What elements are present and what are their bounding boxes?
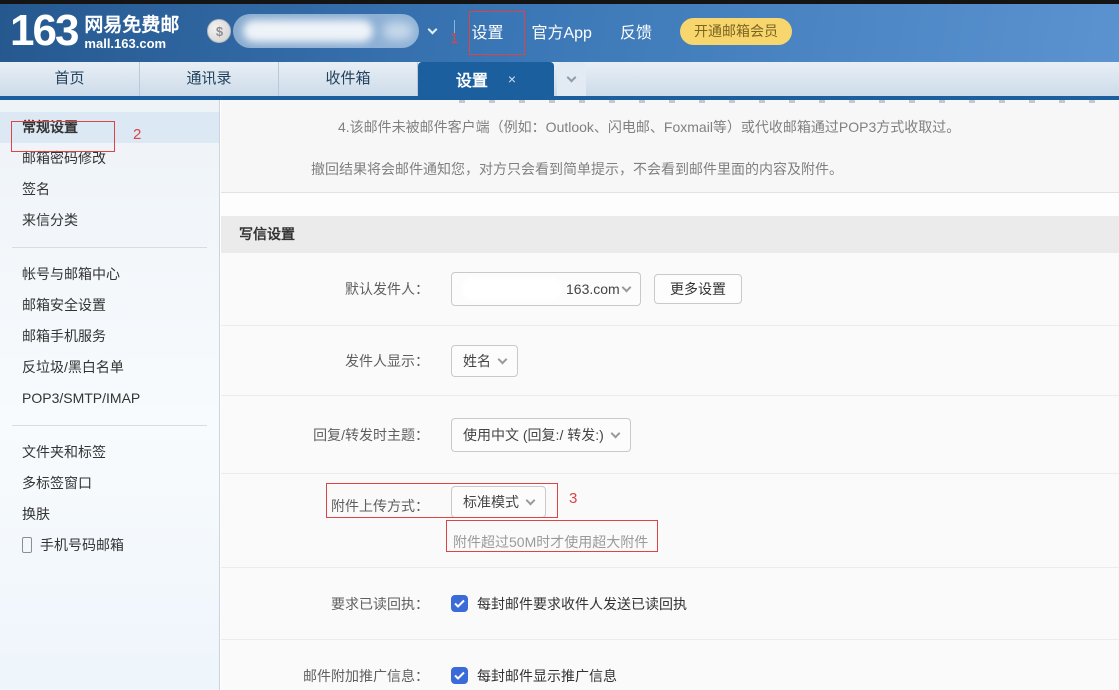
promo-info-checkbox[interactable] (451, 667, 468, 684)
attachment-upload-label: 附件上传方式： (221, 474, 429, 516)
settings-link[interactable]: 设置 (471, 19, 503, 43)
phone-icon (22, 537, 32, 553)
read-receipt-label: 要求已读回执： (221, 594, 429, 614)
tab-bar-underline (0, 96, 1119, 100)
coin-icon: $ (207, 19, 231, 43)
chevron-down-icon[interactable] (428, 25, 438, 35)
tab-bar: 首页 通讯录 收件箱 设置 × (0, 62, 1119, 96)
reply-subject-value: 使用中文 (回复:/ 转发:) (463, 425, 604, 445)
feedback-link[interactable]: 反馈 (620, 19, 652, 43)
check-icon (454, 671, 465, 680)
section-gap (221, 193, 1119, 216)
attachment-size-note: 附件超过50M时才使用超大附件 (453, 532, 648, 552)
read-receipt-checkbox[interactable] (451, 595, 468, 612)
tab-home[interactable]: 首页 (0, 62, 140, 96)
sender-email-suffix: 163.com (566, 281, 620, 297)
sidebar-item-pop3-smtp-imap[interactable]: POP3/SMTP/IMAP (0, 383, 219, 414)
promo-info-label: 邮件附加推广信息： (221, 666, 429, 686)
attachment-mode-value: 标准模式 (463, 492, 519, 512)
recall-result-text: 撤回结果将会邮件通知您，对方只会看到简单提示，不会看到邮件里面的内容及附件。 (311, 159, 1119, 179)
sidebar-item-antispam-lists[interactable]: 反垃圾/黑白名单 (0, 352, 219, 383)
read-receipt-row: 要求已读回执： 每封邮件要求收件人发送已读回执 (221, 567, 1119, 639)
vip-upgrade-badge[interactable]: 开通邮箱会员 (680, 18, 792, 45)
blur-patch (383, 22, 413, 40)
recall-condition-text: 4.该邮件未被邮件客户端（例如：Outlook、闪电邮、Foxmail等）或代收… (338, 117, 1119, 137)
sender-display-dropdown[interactable]: 姓名 (451, 345, 518, 377)
sender-display-label: 发件人显示： (221, 351, 429, 371)
chevron-down-icon (526, 496, 536, 506)
sidebar-item-mobile-service[interactable]: 邮箱手机服务 (0, 321, 219, 352)
chevron-down-icon (567, 73, 577, 83)
settings-sidebar: 常规设置 邮箱密码修改 签名 来信分类 帐号与邮箱中心 邮箱安全设置 邮箱手机服… (0, 100, 220, 690)
sidebar-item-account-center[interactable]: 帐号与邮箱中心 (0, 259, 219, 290)
account-switcher[interactable]: $ (207, 14, 436, 48)
sidebar-item-incoming-classification[interactable]: 来信分类 (0, 205, 219, 236)
reply-subject-row: 回复/转发时主题： 使用中文 (回复:/ 转发:) (221, 395, 1119, 473)
email-address-redacted (233, 14, 419, 48)
logo-domain: mall.163.com (84, 36, 179, 51)
sidebar-item-security-settings[interactable]: 邮箱安全设置 (0, 290, 219, 321)
close-icon[interactable]: × (508, 71, 516, 87)
header-divider (454, 20, 455, 42)
tab-contacts[interactable]: 通讯录 (140, 62, 279, 96)
sender-display-value: 姓名 (463, 351, 491, 371)
sidebar-divider (12, 247, 207, 248)
compose-settings-title: 写信设置 (221, 216, 1119, 253)
phone-item-label: 手机号码邮箱 (40, 537, 124, 553)
tab-list-dropdown[interactable] (557, 62, 586, 96)
sidebar-item-multi-tab-window[interactable]: 多标签窗口 (0, 468, 219, 499)
sidebar-divider (12, 425, 207, 426)
header: 163 网易免费邮 mall.163.com $ 设置 官方App 反馈 开通邮… (0, 0, 1119, 62)
logo-title: 网易免费邮 (84, 15, 179, 36)
mail-settings-page: 163 网易免费邮 mall.163.com $ 设置 官方App 反馈 开通邮… (0, 0, 1119, 690)
sidebar-item-password-change[interactable]: 邮箱密码修改 (0, 143, 219, 174)
sidebar-item-signature[interactable]: 签名 (0, 174, 219, 205)
default-sender-dropdown[interactable]: 163.com (451, 272, 641, 306)
clipped-text-fragment (459, 100, 1109, 103)
sidebar-item-folders-labels[interactable]: 文件夹和标签 (0, 437, 219, 468)
sidebar-item-general-settings[interactable]: 常规设置 (0, 112, 219, 143)
blur-patch (243, 20, 373, 42)
promo-info-row: 邮件附加推广信息： 每封邮件显示推广信息 (221, 639, 1119, 690)
default-sender-label: 默认发件人： (221, 279, 429, 299)
tab-inbox[interactable]: 收件箱 (279, 62, 418, 96)
tab-settings-label: 设置 (456, 67, 488, 91)
official-app-link[interactable]: 官方App (531, 19, 591, 43)
check-icon (454, 599, 465, 608)
reply-subject-dropdown[interactable]: 使用中文 (回复:/ 转发:) (451, 418, 631, 452)
chevron-down-icon (498, 354, 508, 364)
163-logo[interactable]: 163 网易免费邮 mall.163.com (10, 5, 179, 57)
blur-patch (462, 278, 562, 300)
default-sender-row: 默认发件人： 163.com 更多设置 (221, 253, 1119, 325)
reply-subject-label: 回复/转发时主题： (221, 425, 429, 445)
header-nav: 设置 官方App 反馈 开通邮箱会员 (471, 18, 792, 45)
more-settings-button[interactable]: 更多设置 (654, 274, 742, 304)
window-top-strip (0, 0, 1119, 4)
chevron-down-icon (622, 283, 632, 293)
promo-info-text: 每封邮件显示推广信息 (477, 666, 617, 686)
sender-display-row: 发件人显示： 姓名 (221, 325, 1119, 395)
attachment-upload-row: 附件上传方式： 标准模式 附件超过50M时才使用超大附件 (221, 473, 1119, 567)
logo-number: 163 (10, 5, 77, 57)
recall-info-section: 4.该邮件未被邮件客户端（例如：Outlook、闪电邮、Foxmail等）或代收… (221, 100, 1119, 193)
attachment-mode-dropdown[interactable]: 标准模式 (451, 486, 546, 518)
sidebar-item-phone-number-mail[interactable]: 手机号码邮箱 (0, 530, 219, 561)
sidebar-item-skin[interactable]: 换肤 (0, 499, 219, 530)
chevron-down-icon (610, 428, 620, 438)
tab-settings-active[interactable]: 设置 × (418, 62, 554, 96)
read-receipt-text: 每封邮件要求收件人发送已读回执 (477, 594, 687, 614)
settings-content: 4.该邮件未被邮件客户端（例如：Outlook、闪电邮、Foxmail等）或代收… (221, 100, 1119, 690)
